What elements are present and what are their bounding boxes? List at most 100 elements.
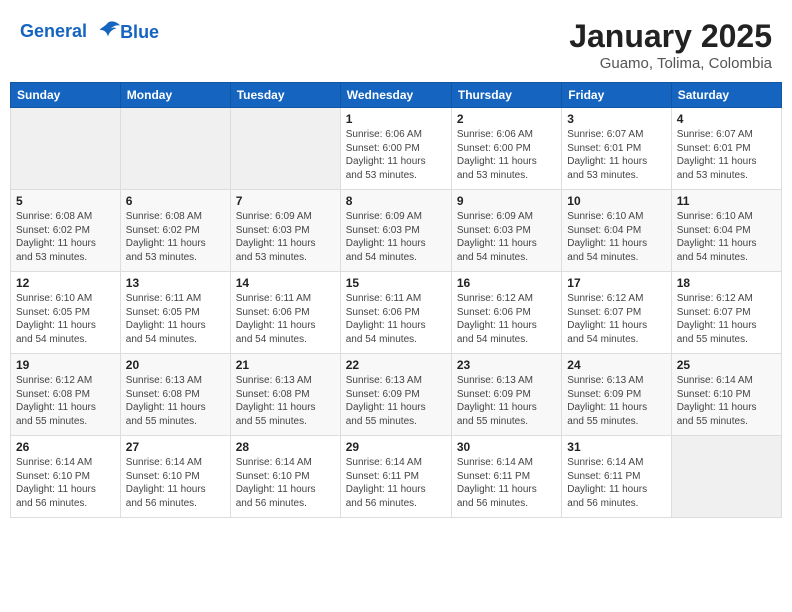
day-number: 20	[126, 358, 225, 372]
day-info: Sunrise: 6:09 AM Sunset: 6:03 PM Dayligh…	[236, 210, 335, 264]
day-number: 9	[457, 194, 556, 208]
calendar-cell: 20 Sunrise: 6:13 AM Sunset: 6:08 PM Dayli…	[120, 354, 230, 436]
day-number: 21	[236, 358, 335, 372]
day-info: Sunrise: 6:07 AM Sunset: 6:01 PM Dayligh…	[567, 128, 665, 182]
day-info: Sunrise: 6:12 AM Sunset: 6:06 PM Dayligh…	[457, 292, 556, 346]
calendar-cell: 21 Sunrise: 6:13 AM Sunset: 6:08 PM Dayli…	[230, 354, 340, 436]
calendar-cell: 26 Sunrise: 6:14 AM Sunset: 6:10 PM Dayli…	[11, 436, 121, 518]
calendar-cell: 10 Sunrise: 6:10 AM Sunset: 6:04 PM Dayli…	[562, 190, 671, 272]
calendar-cell: 24 Sunrise: 6:13 AM Sunset: 6:09 PM Dayli…	[562, 354, 671, 436]
day-number: 14	[236, 276, 335, 290]
weekday-header-row: SundayMondayTuesdayWednesdayThursdayFrid…	[11, 83, 782, 108]
calendar-cell: 1 Sunrise: 6:06 AM Sunset: 6:00 PM Daylig…	[340, 108, 451, 190]
day-info: Sunrise: 6:09 AM Sunset: 6:03 PM Dayligh…	[457, 210, 556, 264]
weekday-header-tuesday: Tuesday	[230, 83, 340, 108]
calendar-cell: 22 Sunrise: 6:13 AM Sunset: 6:09 PM Dayli…	[340, 354, 451, 436]
day-info: Sunrise: 6:14 AM Sunset: 6:10 PM Dayligh…	[236, 456, 335, 510]
day-info: Sunrise: 6:12 AM Sunset: 6:08 PM Dayligh…	[16, 374, 115, 428]
calendar-cell	[671, 436, 781, 518]
logo-general: General	[20, 21, 87, 41]
calendar-cell: 18 Sunrise: 6:12 AM Sunset: 6:07 PM Dayli…	[671, 272, 781, 354]
day-info: Sunrise: 6:13 AM Sunset: 6:09 PM Dayligh…	[567, 374, 665, 428]
day-info: Sunrise: 6:11 AM Sunset: 6:06 PM Dayligh…	[346, 292, 446, 346]
day-info: Sunrise: 6:14 AM Sunset: 6:10 PM Dayligh…	[16, 456, 115, 510]
day-number: 30	[457, 440, 556, 454]
day-info: Sunrise: 6:13 AM Sunset: 6:08 PM Dayligh…	[236, 374, 335, 428]
day-info: Sunrise: 6:09 AM Sunset: 6:03 PM Dayligh…	[346, 210, 446, 264]
logo-bird-icon	[94, 18, 122, 46]
day-number: 23	[457, 358, 556, 372]
day-number: 10	[567, 194, 665, 208]
day-info: Sunrise: 6:13 AM Sunset: 6:09 PM Dayligh…	[346, 374, 446, 428]
day-number: 31	[567, 440, 665, 454]
day-number: 28	[236, 440, 335, 454]
day-number: 3	[567, 112, 665, 126]
calendar-cell: 6 Sunrise: 6:08 AM Sunset: 6:02 PM Daylig…	[120, 190, 230, 272]
day-number: 12	[16, 276, 115, 290]
day-info: Sunrise: 6:10 AM Sunset: 6:05 PM Dayligh…	[16, 292, 115, 346]
day-info: Sunrise: 6:14 AM Sunset: 6:11 PM Dayligh…	[457, 456, 556, 510]
location-title: Guamo, Tolima, Colombia	[569, 55, 772, 72]
month-title: January 2025	[569, 18, 772, 55]
day-info: Sunrise: 6:11 AM Sunset: 6:05 PM Dayligh…	[126, 292, 225, 346]
day-number: 26	[16, 440, 115, 454]
calendar-cell: 29 Sunrise: 6:14 AM Sunset: 6:11 PM Dayli…	[340, 436, 451, 518]
weekday-header-monday: Monday	[120, 83, 230, 108]
calendar-week-3: 12 Sunrise: 6:10 AM Sunset: 6:05 PM Dayli…	[11, 272, 782, 354]
day-info: Sunrise: 6:13 AM Sunset: 6:09 PM Dayligh…	[457, 374, 556, 428]
day-info: Sunrise: 6:13 AM Sunset: 6:08 PM Dayligh…	[126, 374, 225, 428]
calendar-cell: 13 Sunrise: 6:11 AM Sunset: 6:05 PM Dayli…	[120, 272, 230, 354]
day-number: 8	[346, 194, 446, 208]
day-number: 6	[126, 194, 225, 208]
day-info: Sunrise: 6:06 AM Sunset: 6:00 PM Dayligh…	[346, 128, 446, 182]
day-number: 2	[457, 112, 556, 126]
calendar-cell	[11, 108, 121, 190]
day-number: 27	[126, 440, 225, 454]
day-info: Sunrise: 6:12 AM Sunset: 6:07 PM Dayligh…	[567, 292, 665, 346]
calendar-week-5: 26 Sunrise: 6:14 AM Sunset: 6:10 PM Dayli…	[11, 436, 782, 518]
day-number: 13	[126, 276, 225, 290]
day-info: Sunrise: 6:10 AM Sunset: 6:04 PM Dayligh…	[567, 210, 665, 264]
day-number: 25	[677, 358, 776, 372]
calendar-table: SundayMondayTuesdayWednesdayThursdayFrid…	[10, 82, 782, 518]
day-info: Sunrise: 6:08 AM Sunset: 6:02 PM Dayligh…	[16, 210, 115, 264]
calendar-header: General Blue January 2025 Guamo, Tolima,…	[10, 10, 782, 78]
day-number: 29	[346, 440, 446, 454]
day-info: Sunrise: 6:06 AM Sunset: 6:00 PM Dayligh…	[457, 128, 556, 182]
calendar-cell	[120, 108, 230, 190]
calendar-cell: 12 Sunrise: 6:10 AM Sunset: 6:05 PM Dayli…	[11, 272, 121, 354]
calendar-cell: 19Sunrise: 6:12 AM Sunset: 6:08 PM Dayli…	[11, 354, 121, 436]
day-number: 18	[677, 276, 776, 290]
day-number: 11	[677, 194, 776, 208]
day-number: 4	[677, 112, 776, 126]
calendar-cell: 27 Sunrise: 6:14 AM Sunset: 6:10 PM Dayli…	[120, 436, 230, 518]
calendar-cell: 11 Sunrise: 6:10 AM Sunset: 6:04 PM Dayli…	[671, 190, 781, 272]
day-info: Sunrise: 6:14 AM Sunset: 6:10 PM Dayligh…	[677, 374, 776, 428]
calendar-cell	[230, 108, 340, 190]
calendar-cell: 4 Sunrise: 6:07 AM Sunset: 6:01 PM Daylig…	[671, 108, 781, 190]
day-info: Sunrise: 6:07 AM Sunset: 6:01 PM Dayligh…	[677, 128, 776, 182]
calendar-cell: 9 Sunrise: 6:09 AM Sunset: 6:03 PM Daylig…	[451, 190, 561, 272]
day-info: Sunrise: 6:14 AM Sunset: 6:11 PM Dayligh…	[346, 456, 446, 510]
weekday-header-friday: Friday	[562, 83, 671, 108]
title-area: January 2025 Guamo, Tolima, Colombia	[569, 18, 772, 72]
logo: General Blue	[20, 18, 159, 46]
calendar-cell: 5 Sunrise: 6:08 AM Sunset: 6:02 PM Daylig…	[11, 190, 121, 272]
day-number: 22	[346, 358, 446, 372]
day-info: Sunrise: 6:14 AM Sunset: 6:10 PM Dayligh…	[126, 456, 225, 510]
day-number: 7	[236, 194, 335, 208]
day-info: Sunrise: 6:11 AM Sunset: 6:06 PM Dayligh…	[236, 292, 335, 346]
calendar-cell: 16Sunrise: 6:12 AM Sunset: 6:06 PM Dayli…	[451, 272, 561, 354]
day-info: Sunrise: 6:08 AM Sunset: 6:02 PM Dayligh…	[126, 210, 225, 264]
calendar-cell: 7 Sunrise: 6:09 AM Sunset: 6:03 PM Daylig…	[230, 190, 340, 272]
calendar-cell: 23 Sunrise: 6:13 AM Sunset: 6:09 PM Dayli…	[451, 354, 561, 436]
day-info: Sunrise: 6:12 AM Sunset: 6:07 PM Dayligh…	[677, 292, 776, 346]
day-number: 5	[16, 194, 115, 208]
day-number: 17	[567, 276, 665, 290]
calendar-week-1: 1 Sunrise: 6:06 AM Sunset: 6:00 PM Daylig…	[11, 108, 782, 190]
day-number: 24	[567, 358, 665, 372]
day-info: Sunrise: 6:10 AM Sunset: 6:04 PM Dayligh…	[677, 210, 776, 264]
day-number: 1	[346, 112, 446, 126]
calendar-cell: 14 Sunrise: 6:11 AM Sunset: 6:06 PM Dayli…	[230, 272, 340, 354]
logo-blue: Blue	[120, 22, 159, 43]
